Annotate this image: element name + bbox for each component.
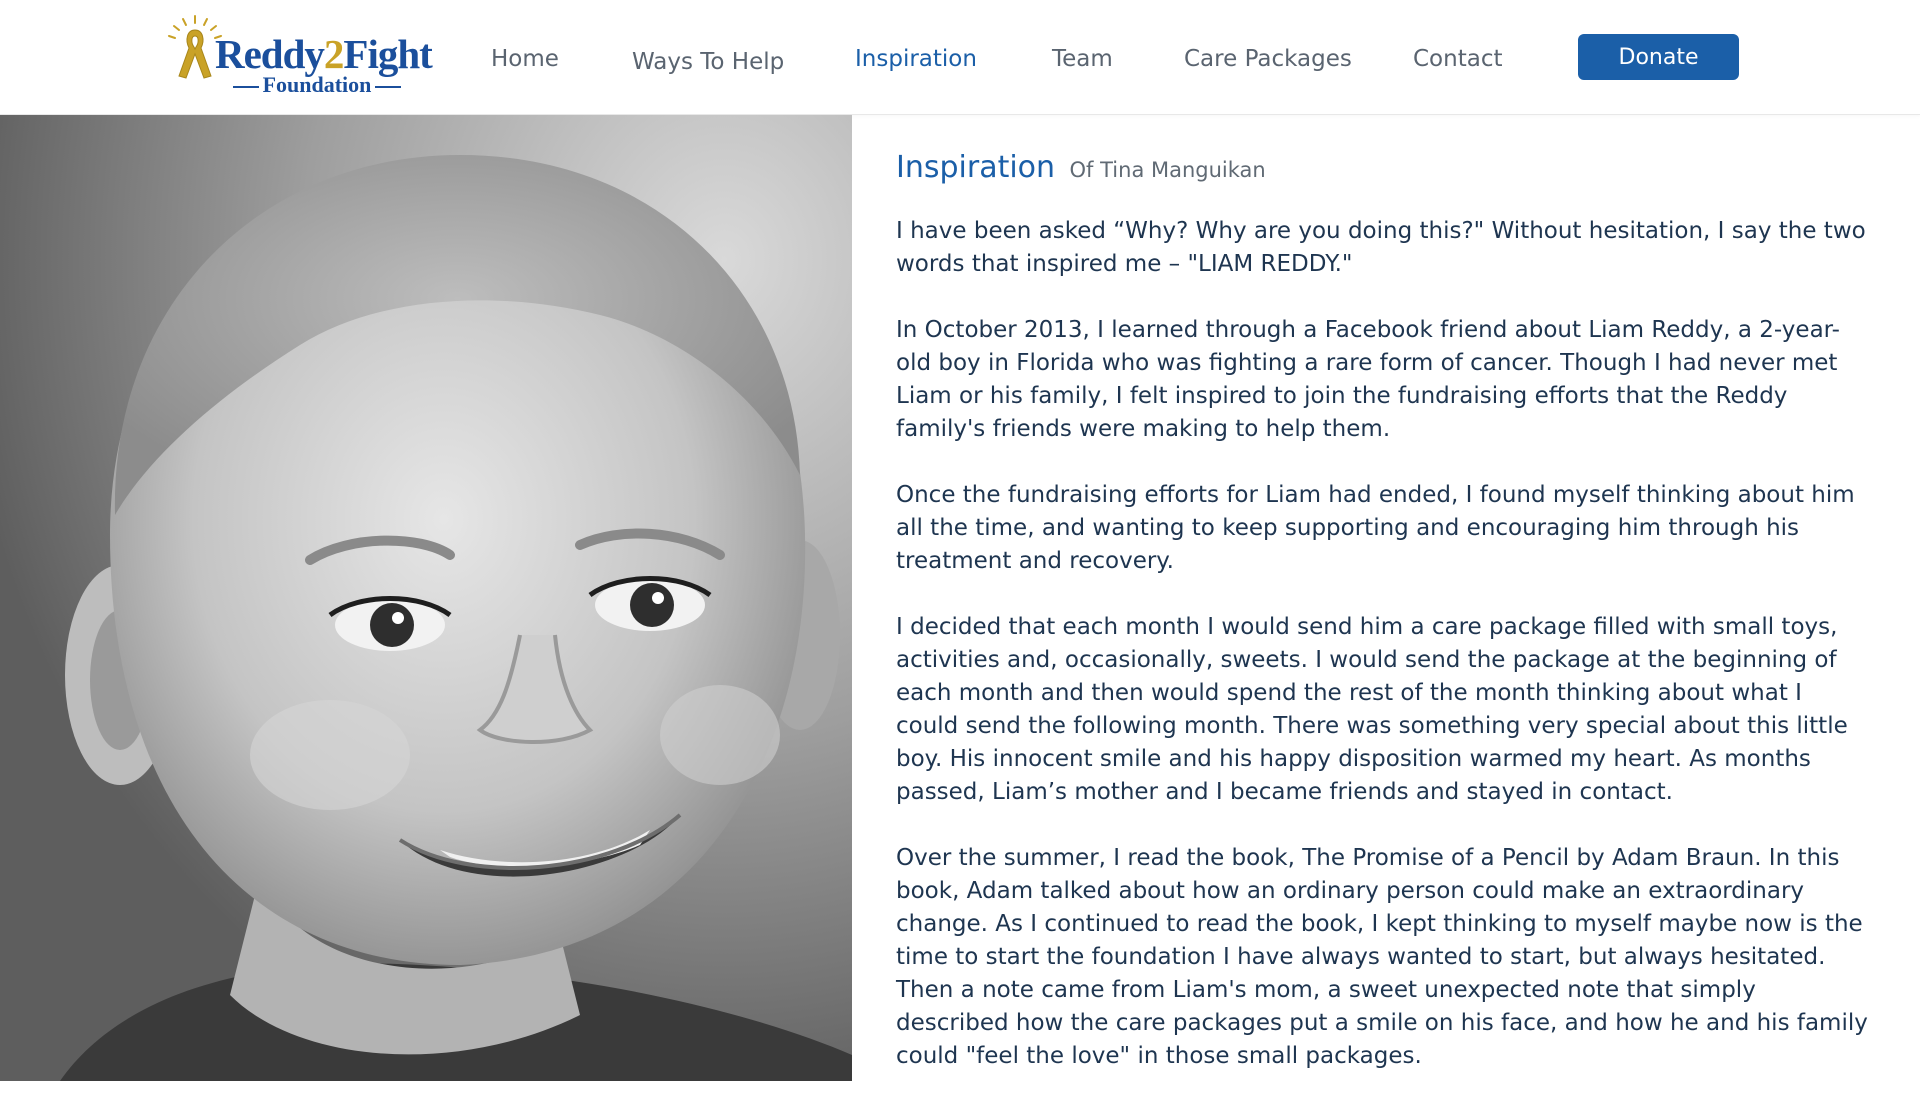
article-paragraph: Over the summer, I read the book, The Pr… <box>896 845 1868 1069</box>
portrait-photo <box>0 115 852 1081</box>
site-header: Reddy2Fight Foundation Home Ways To Help… <box>0 0 1920 115</box>
nav-contact[interactable]: Contact <box>1413 46 1502 72</box>
nav-inspiration[interactable]: Inspiration <box>855 46 977 72</box>
boy-portrait-image <box>0 115 852 1081</box>
page-subtitle: Of Tina Manguikan <box>1069 158 1266 182</box>
logo-title: Reddy2Fight <box>215 31 433 77</box>
nav-ways-to-help[interactable]: Ways To Help <box>632 49 784 75</box>
logo-subtitle: Foundation <box>227 74 407 96</box>
page-heading: Inspiration Of Tina Manguikan <box>896 150 1871 185</box>
nav-care-packages[interactable]: Care Packages <box>1184 46 1352 72</box>
site-logo[interactable]: Reddy2Fight Foundation <box>165 14 433 98</box>
article-paragraph: Once the fundraising efforts for Liam ha… <box>896 482 1855 574</box>
article-paragraph: In October 2013, I learned through a Fac… <box>896 317 1840 442</box>
article-paragraph: I decided that each month I would send h… <box>896 614 1848 805</box>
nav-home[interactable]: Home <box>491 46 559 72</box>
nav-team[interactable]: Team <box>1052 46 1113 72</box>
article-paragraph: I have been asked “Why? Why are you doin… <box>896 218 1866 277</box>
inspiration-article: Inspiration Of Tina Manguikan I have bee… <box>896 150 1871 1106</box>
donate-button[interactable]: Donate <box>1578 34 1739 80</box>
page-title: Inspiration <box>896 150 1056 185</box>
